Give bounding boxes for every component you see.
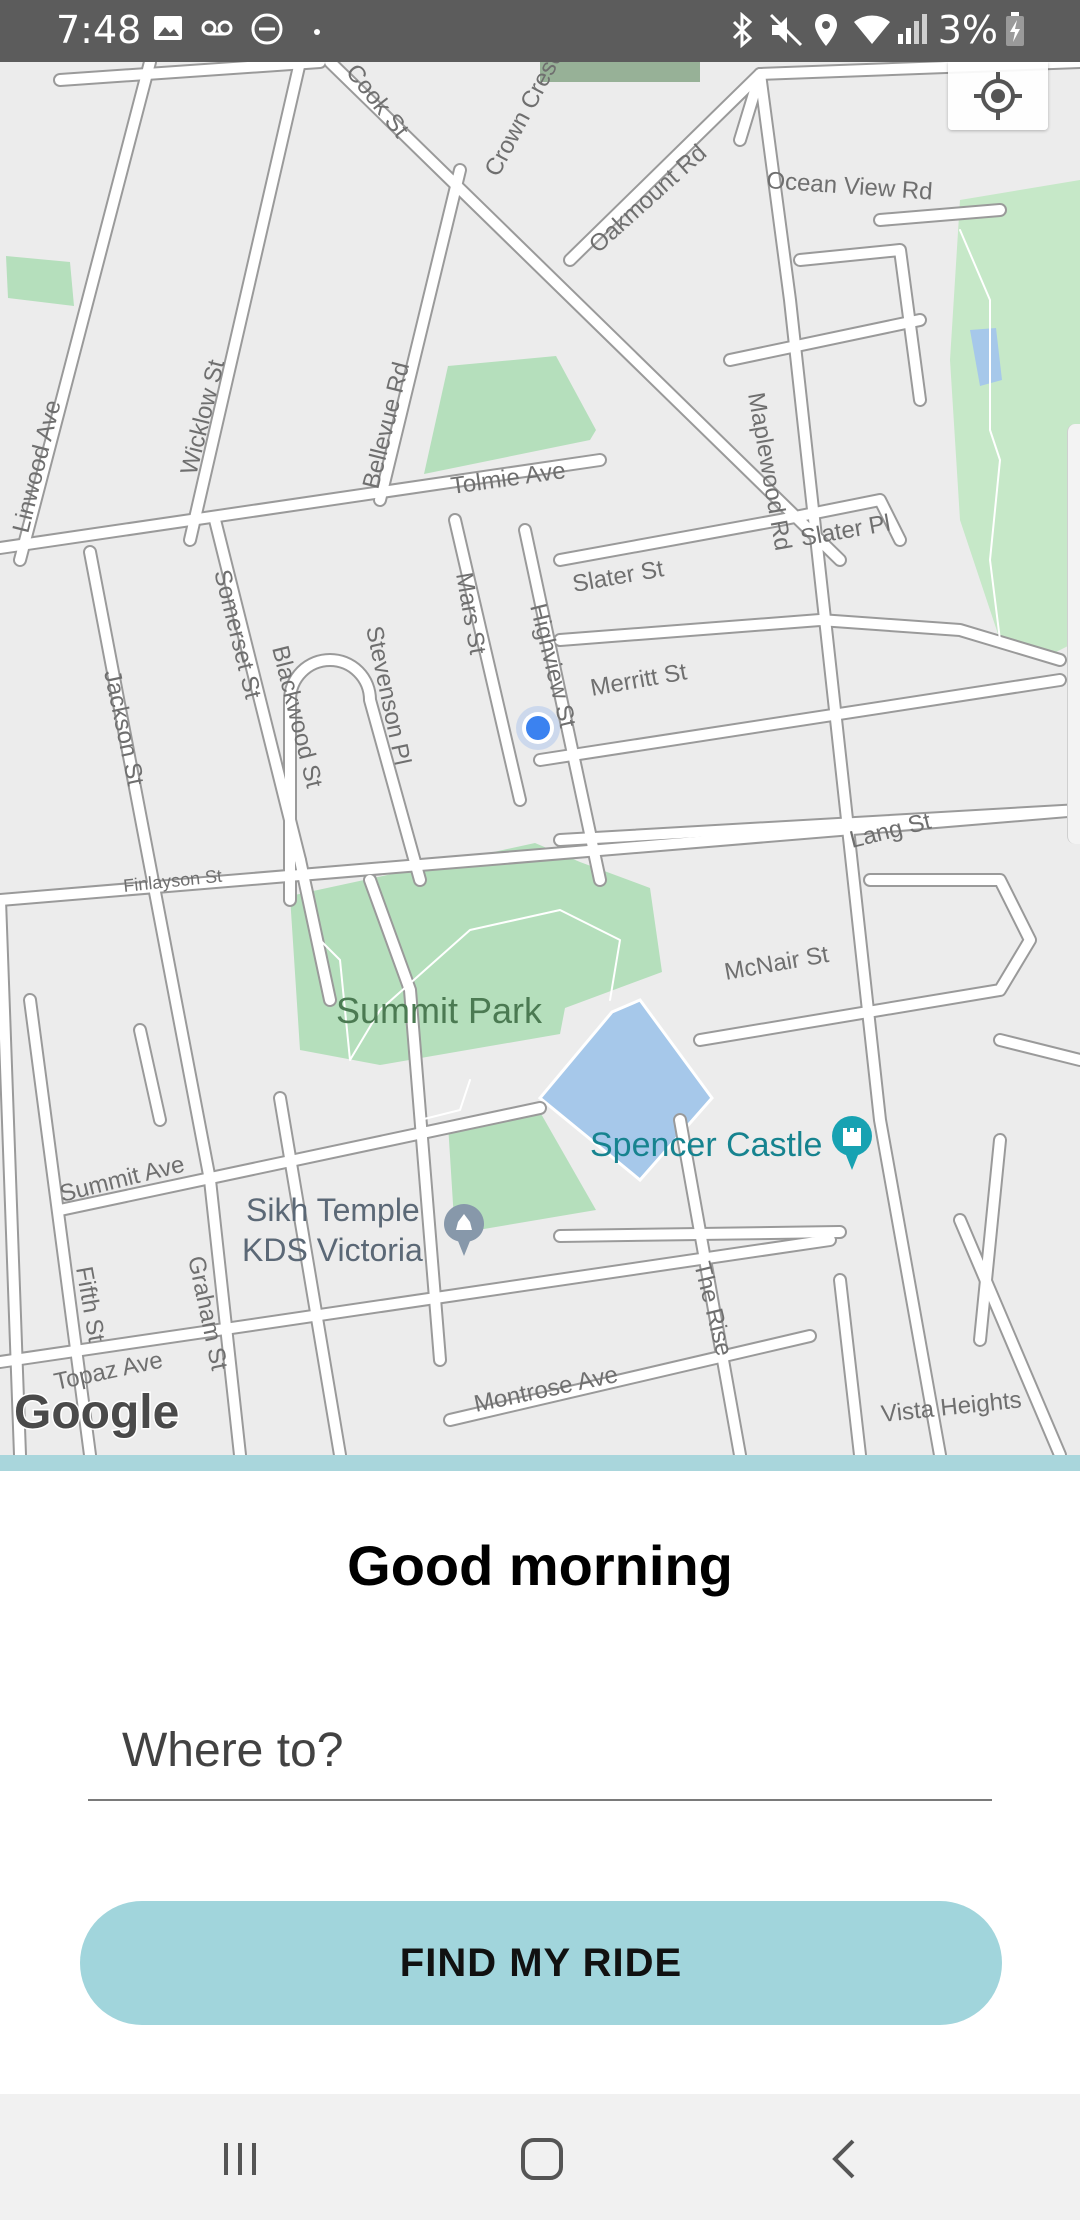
street-label-jackson: Jackson St xyxy=(98,668,149,789)
recent-apps-icon xyxy=(224,2143,256,2175)
user-location-marker xyxy=(516,706,560,750)
back-button[interactable] xyxy=(800,2124,890,2194)
map-canvas[interactable]: Cook St Crown Crescent Oakmount Rd Ocean… xyxy=(0,62,1080,1455)
side-panel-handle[interactable] xyxy=(1067,424,1080,844)
poi-sikh-temple[interactable]: Sikh Temple KDS Victoria xyxy=(242,1192,484,1268)
map-roads xyxy=(0,62,1080,1455)
system-navigation-bar xyxy=(0,2094,1080,2220)
street-label-merritt: Merritt St xyxy=(588,658,689,702)
status-time: 7:48 xyxy=(56,8,142,52)
place-of-worship-icon xyxy=(444,1204,484,1256)
image-icon xyxy=(154,16,182,40)
wifi-icon xyxy=(854,15,890,44)
poi-label-temple-line1: Sikh Temple xyxy=(246,1192,420,1228)
mute-icon xyxy=(769,13,803,47)
my-location-button[interactable] xyxy=(948,62,1048,130)
voicemail-icon xyxy=(201,20,233,36)
castle-icon xyxy=(832,1116,872,1170)
street-label-ocean-view: Ocean View Rd xyxy=(766,167,934,206)
map-view[interactable]: Cook St Crown Crescent Oakmount Rd Ocean… xyxy=(0,62,1080,1455)
google-attribution[interactable]: Google xyxy=(13,1385,181,1441)
street-label-bellevue: Bellevue Rd xyxy=(358,359,416,491)
dot-icon xyxy=(314,29,320,35)
park-label-summit[interactable]: Summit Park xyxy=(336,990,543,1031)
street-label-the-rise: The Rise xyxy=(688,1259,737,1359)
recent-apps-button[interactable] xyxy=(195,2124,285,2194)
home-icon xyxy=(521,2138,563,2180)
street-label-oakmount: Oakmount Rd xyxy=(584,139,712,258)
poi-label-castle: Spencer Castle xyxy=(590,1126,822,1164)
destination-input[interactable] xyxy=(88,1701,992,1801)
signal-icon xyxy=(898,14,927,44)
street-label-cook: Cook St xyxy=(340,62,414,143)
street-label-mars: Mars St xyxy=(450,570,491,656)
crosshair-location-icon xyxy=(974,72,1022,120)
ride-request-sheet: Good morning FIND MY RIDE xyxy=(0,1471,1080,2094)
sheet-top-border xyxy=(0,1455,1080,1471)
location-icon xyxy=(815,14,837,46)
street-label-linwood: Linwood Ave xyxy=(8,397,67,535)
find-my-ride-button[interactable]: FIND MY RIDE xyxy=(80,1901,1002,2025)
street-label-montrose: Montrose Ave xyxy=(472,1361,621,1418)
back-icon xyxy=(832,2139,855,2179)
greeting-title: Good morning xyxy=(347,1534,733,1597)
battery-percentage: 3% xyxy=(937,8,998,52)
bluetooth-icon xyxy=(732,12,753,48)
do-not-disturb-icon xyxy=(251,13,283,45)
poi-label-temple-line2: KDS Victoria xyxy=(242,1232,423,1268)
status-bar: 7:48 3% xyxy=(0,0,1080,62)
battery-charging-icon xyxy=(1006,12,1024,46)
street-label-somerset: Somerset St xyxy=(208,567,266,702)
street-label-vista-heights: Vista Heights xyxy=(880,1386,1023,1428)
home-button[interactable] xyxy=(497,2124,587,2194)
street-label-mcnair: McNair St xyxy=(722,941,831,986)
